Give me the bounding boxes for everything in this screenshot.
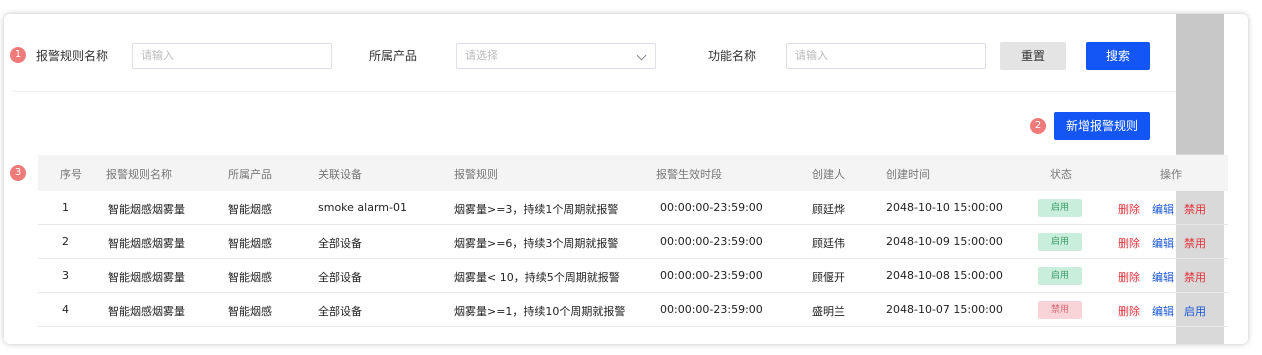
- col-rule-name: 报警规则名称: [106, 168, 172, 181]
- function-input[interactable]: 请输入: [786, 43, 986, 69]
- cell-rule-name: 智能烟感烟雾量: [108, 203, 185, 216]
- cell-product: 智能烟感: [228, 271, 272, 284]
- cell-device: smoke alarm-01: [318, 201, 407, 214]
- cell-creator: 顾廷烨: [812, 203, 845, 216]
- cell-creator: 顾廷伟: [812, 237, 845, 250]
- cell-index: 4: [62, 303, 69, 316]
- rule-name-label: 报警规则名称: [36, 49, 109, 63]
- function-label: 功能名称: [708, 49, 757, 63]
- cell-creator: 顾偃开: [812, 271, 845, 284]
- cell-created: 2048-10-10 15:00:00: [886, 201, 1003, 214]
- add-rule-button[interactable]: 新增报警规则: [1054, 112, 1150, 140]
- cell-period: 00:00:00-23:59:00: [660, 235, 763, 248]
- cell-index: 3: [62, 269, 69, 282]
- edit-button[interactable]: 编辑: [1152, 235, 1174, 251]
- cell-index: 1: [62, 201, 69, 214]
- cell-created: 2048-10-07 15:00:00: [886, 303, 1003, 316]
- status-badge: 启用: [1038, 233, 1082, 251]
- cell-creator: 盛明兰: [812, 305, 845, 318]
- cell-period: 00:00:00-23:59:00: [660, 269, 763, 282]
- product-select-placeholder: 请选择: [465, 49, 498, 62]
- status-badge: 启用: [1038, 199, 1082, 217]
- alarm-rules-panel: 1 报警规则名称 请输入 所属产品 请选择 功能名称 请输入 重置 搜索 2 新…: [4, 14, 1248, 344]
- product-select[interactable]: 请选择: [456, 43, 656, 69]
- cell-device: 全部设备: [318, 271, 362, 284]
- table-row: 1 智能烟感烟雾量 智能烟感 smoke alarm-01 烟雾量>=3，持续1个周期就…: [38, 191, 1228, 225]
- product-label: 所属产品: [369, 49, 418, 63]
- cell-rule: 烟雾量>=3，持续1个周期就报警: [454, 203, 619, 216]
- cell-product: 智能烟感: [228, 305, 272, 318]
- disable-button[interactable]: 禁用: [1184, 201, 1206, 217]
- table-header: 序号 报警规则名称 所属产品 关联设备 报警规则 报警生效时段 创建人 创建时间…: [38, 155, 1228, 191]
- cell-device: 全部设备: [318, 305, 362, 318]
- col-creator: 创建人: [812, 168, 845, 181]
- edit-button[interactable]: 编辑: [1152, 269, 1174, 285]
- col-index: 序号: [60, 168, 82, 181]
- status-badge: 禁用: [1038, 301, 1082, 319]
- cell-device: 全部设备: [318, 237, 362, 250]
- edit-button[interactable]: 编辑: [1152, 303, 1174, 319]
- delete-button[interactable]: 删除: [1118, 201, 1140, 217]
- cell-rule: 烟雾量>=1，持续10个周期就报警: [454, 305, 626, 318]
- reset-button[interactable]: 重置: [1000, 42, 1066, 70]
- col-device: 关联设备: [318, 168, 362, 181]
- divider: [12, 91, 1176, 92]
- search-button[interactable]: 搜索: [1086, 42, 1150, 70]
- rule-name-input[interactable]: 请输入: [132, 43, 332, 69]
- table-row: 3 智能烟感烟雾量 智能烟感 全部设备 烟雾量< 10，持续5个周期就报警 00:00:0…: [38, 259, 1228, 293]
- col-status: 状态: [1050, 168, 1072, 181]
- cell-period: 00:00:00-23:59:00: [660, 201, 763, 214]
- delete-button[interactable]: 删除: [1118, 235, 1140, 251]
- col-period: 报警生效时段: [656, 168, 722, 181]
- cell-product: 智能烟感: [228, 237, 272, 250]
- table-row: 2 智能烟感烟雾量 智能烟感 全部设备 烟雾量>=6，持续3个周期就报警 00:00:00…: [38, 225, 1228, 259]
- cell-product: 智能烟感: [228, 203, 272, 216]
- disable-button[interactable]: 禁用: [1184, 235, 1206, 251]
- cell-rule: 烟雾量< 10，持续5个周期就报警: [454, 271, 620, 284]
- delete-button[interactable]: 删除: [1118, 269, 1140, 285]
- col-actions: 操作: [1160, 168, 1182, 181]
- step-badge-1: 1: [10, 47, 26, 63]
- table-row: 4 智能烟感烟雾量 智能烟感 全部设备 烟雾量>=1，持续10个周期就报警 00:00:0…: [38, 293, 1228, 327]
- step-badge-3: 3: [10, 165, 26, 181]
- col-created: 创建时间: [886, 168, 930, 181]
- enable-button[interactable]: 启用: [1184, 303, 1206, 319]
- cell-rule-name: 智能烟感烟雾量: [108, 237, 185, 250]
- cell-period: 00:00:00-23:59:00: [660, 303, 763, 316]
- edit-button[interactable]: 编辑: [1152, 201, 1174, 217]
- cell-rule-name: 智能烟感烟雾量: [108, 271, 185, 284]
- step-badge-2: 2: [1030, 118, 1046, 134]
- cell-rule: 烟雾量>=6，持续3个周期就报警: [454, 237, 619, 250]
- col-product: 所属产品: [228, 168, 272, 181]
- disable-button[interactable]: 禁用: [1184, 269, 1206, 285]
- delete-button[interactable]: 删除: [1118, 303, 1140, 319]
- cell-created: 2048-10-09 15:00:00: [886, 235, 1003, 248]
- cell-rule-name: 智能烟感烟雾量: [108, 305, 185, 318]
- status-badge: 启用: [1038, 267, 1082, 285]
- chevron-down-icon: [636, 50, 647, 61]
- cell-created: 2048-10-08 15:00:00: [886, 269, 1003, 282]
- col-rule: 报警规则: [454, 168, 498, 181]
- cell-index: 2: [62, 235, 69, 248]
- scrollbar-thumb[interactable]: [1176, 14, 1224, 154]
